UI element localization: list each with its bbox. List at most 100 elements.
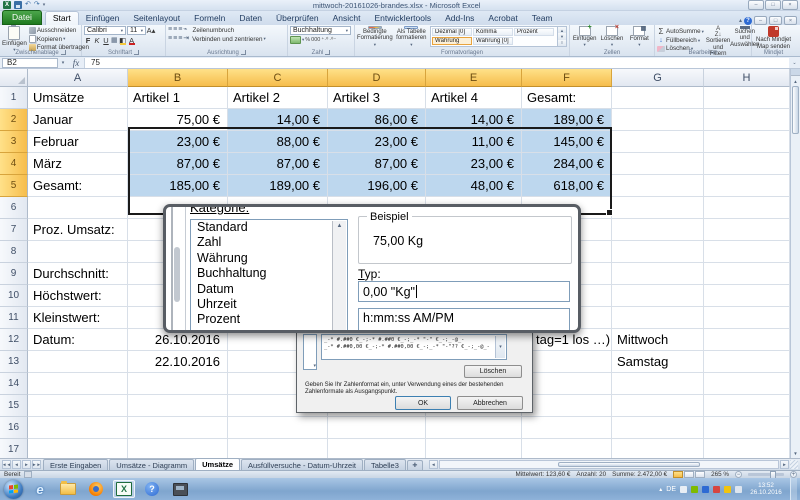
italic-button[interactable]: K: [93, 36, 101, 45]
cell-B1[interactable]: Artikel 1: [128, 87, 228, 109]
fill-button[interactable]: ↓Füllbereich▾: [657, 37, 704, 44]
cell-B5[interactable]: 185,00 €: [128, 175, 228, 197]
cell-A7[interactable]: Proz. Umsatz:: [28, 219, 128, 241]
tab-entwicklertools[interactable]: Entwicklertools: [367, 12, 438, 25]
cell-F3[interactable]: 145,00 €: [522, 131, 612, 153]
cell-G8[interactable]: [612, 241, 704, 263]
row-header-10[interactable]: 10: [0, 285, 28, 307]
row-header-17[interactable]: 17: [0, 439, 28, 458]
prev-sheet-icon[interactable]: ◄: [12, 460, 21, 469]
align-top-icon[interactable]: ≡: [168, 26, 172, 34]
cell-A1[interactable]: Umsätze: [28, 87, 128, 109]
conditional-formatting-button[interactable]: Bedingte Formatierung▾: [357, 26, 393, 48]
tab-team[interactable]: Team: [525, 12, 560, 25]
taskbar-app-button[interactable]: [169, 480, 191, 498]
cell-H9[interactable]: [704, 263, 790, 285]
row-header-13[interactable]: 13: [0, 351, 28, 373]
cell-F16[interactable]: [522, 417, 612, 439]
tab-add-ins[interactable]: Add-Ins: [438, 12, 481, 25]
ok-button[interactable]: OK: [395, 396, 451, 410]
minimize-ribbon-icon[interactable]: ▴: [739, 17, 742, 24]
indent-icon[interactable]: ⇥: [183, 35, 189, 43]
cell-C4[interactable]: 87,00 €: [228, 153, 328, 175]
cell-E5[interactable]: 48,00 €: [426, 175, 522, 197]
cell-A8[interactable]: [28, 241, 128, 263]
tray-security-icon[interactable]: [702, 486, 709, 493]
cell-G11[interactable]: [612, 307, 704, 329]
category-datum[interactable]: Datum: [191, 282, 347, 297]
gallery-more-icon[interactable]: ≡: [558, 40, 566, 46]
cell-E2[interactable]: 14,00 €: [426, 109, 522, 131]
cell-G4[interactable]: [612, 153, 704, 175]
format-code-list[interactable]: _-* #.##0 €_-;-* #.##0 €_-;_-* "-" €_-;_…: [321, 334, 507, 360]
cell-H14[interactable]: [704, 373, 790, 395]
underline-button[interactable]: U: [102, 36, 110, 45]
insert-worksheet-tab[interactable]: ✚: [407, 460, 423, 470]
tab-einfügen[interactable]: Einfügen: [79, 12, 127, 25]
cell-D3[interactable]: 23,00 €: [328, 131, 426, 153]
col-header-D[interactable]: D: [328, 69, 426, 87]
mindjet-send-button[interactable]: Nach Mindjet Map senden: [754, 26, 793, 50]
redo-icon[interactable]: ↷: [34, 1, 40, 9]
cell-H3[interactable]: [704, 131, 790, 153]
doc-minimize-button[interactable]: –: [754, 16, 767, 25]
cell-A4[interactable]: März: [28, 153, 128, 175]
cell-B16[interactable]: [128, 417, 228, 439]
cell-G12[interactable]: Mittwoch: [612, 329, 704, 351]
tray-display-icon[interactable]: [680, 486, 687, 493]
type-list[interactable]: h:mm:ss AM/PM: [358, 308, 570, 333]
formula-input[interactable]: 75: [84, 58, 789, 68]
cell-G16[interactable]: [612, 417, 704, 439]
row-header-5[interactable]: 5: [0, 175, 28, 197]
cell-D4[interactable]: 87,00 €: [328, 153, 426, 175]
cell-G5[interactable]: [612, 175, 704, 197]
cell-H6[interactable]: [704, 197, 790, 219]
name-box[interactable]: B2: [2, 58, 58, 68]
category-buchhaltung[interactable]: Buchhaltung: [191, 266, 347, 281]
cell-D2[interactable]: 86,00 €: [328, 109, 426, 131]
cell-D17[interactable]: [328, 439, 426, 458]
align-right-icon[interactable]: ≡: [178, 35, 182, 43]
cancel-button[interactable]: Abbrechen: [457, 396, 523, 410]
clock[interactable]: 13:52 26.10.2016: [746, 482, 786, 496]
save-icon[interactable]: [14, 1, 22, 9]
row-header-2[interactable]: 2: [0, 109, 28, 131]
tab-daten[interactable]: Daten: [232, 12, 269, 25]
align-left-icon[interactable]: ≡: [168, 35, 172, 43]
cell-C17[interactable]: [228, 439, 328, 458]
zoom-out-icon[interactable]: −: [735, 471, 742, 478]
cell-H17[interactable]: [704, 439, 790, 458]
copy-button[interactable]: Kopieren▾: [29, 35, 89, 43]
orientation-icon[interactable]: ⌁: [183, 26, 187, 34]
cell-D5[interactable]: 196,00 €: [328, 175, 426, 197]
vertical-scrollbar[interactable]: ▲ ▼: [790, 69, 800, 458]
cell-C2[interactable]: 14,00 €: [228, 109, 328, 131]
taskbar-excel-button[interactable]: X: [113, 480, 135, 498]
cell-B15[interactable]: [128, 395, 228, 417]
cell-H15[interactable]: [704, 395, 790, 417]
taskbar-help-button[interactable]: ?: [141, 480, 163, 498]
cell-G10[interactable]: [612, 285, 704, 307]
row-header-4[interactable]: 4: [0, 153, 28, 175]
select-all-corner[interactable]: [0, 69, 28, 87]
sheet-tab-umsätze-diagramm[interactable]: Umsätze - Diagramm: [109, 459, 194, 470]
insert-cells-button[interactable]: Einfügen▾: [572, 26, 597, 48]
cell-A17[interactable]: [28, 439, 128, 458]
sheet-tab-tabelle3[interactable]: Tabelle3: [364, 459, 406, 470]
cell-H1[interactable]: [704, 87, 790, 109]
cell-A2[interactable]: Januar: [28, 109, 128, 131]
cell-H8[interactable]: [704, 241, 790, 263]
cell-G2[interactable]: [612, 109, 704, 131]
cell-C1[interactable]: Artikel 2: [228, 87, 328, 109]
dialog-launcher-icon[interactable]: [325, 50, 330, 55]
cell-G6[interactable]: [612, 197, 704, 219]
category-uhrzeit[interactable]: Uhrzeit: [191, 297, 347, 312]
cell-F17[interactable]: [522, 439, 612, 458]
help-icon[interactable]: ?: [744, 17, 752, 25]
cell-F13[interactable]: [522, 351, 612, 373]
sheet-tab-ausfüllversuche-datum-uhrzeit[interactable]: Ausfüllversuche - Datum-Uhrzeit: [241, 459, 363, 470]
style-währung[interactable]: Währung: [432, 37, 472, 45]
row-header-6[interactable]: 6: [0, 197, 28, 219]
cell-H5[interactable]: [704, 175, 790, 197]
cell-F1[interactable]: Gesamt:: [522, 87, 612, 109]
